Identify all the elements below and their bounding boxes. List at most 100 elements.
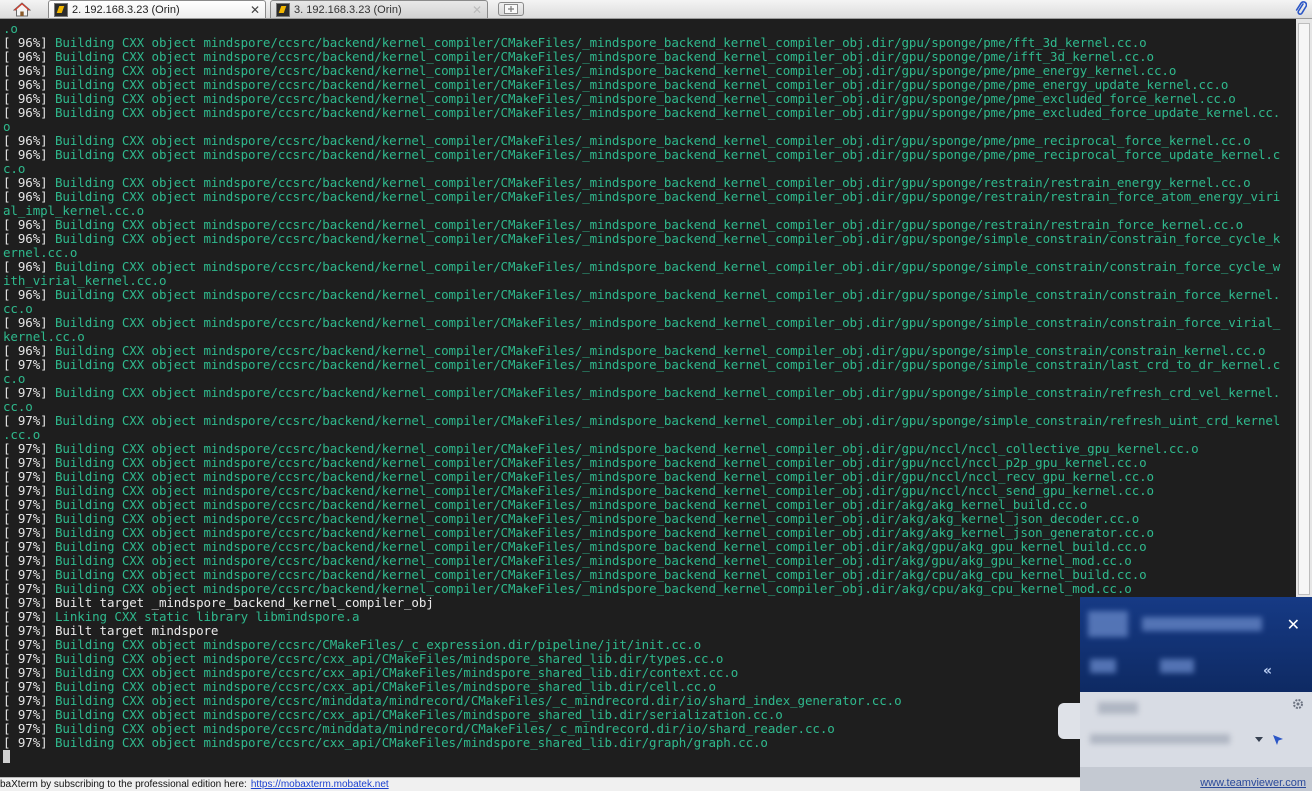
terminal-line: [ 96%] Building CXX object mindspore/ccs…	[3, 316, 1280, 330]
terminal-line: [ 97%] Building CXX object mindspore/ccs…	[3, 442, 1280, 456]
terminal-line: [ 96%] Building CXX object mindspore/ccs…	[3, 288, 1280, 302]
progress-percent: [ 96%]	[3, 259, 48, 274]
build-message: Building CXX object mindspore/ccsrc/back…	[47, 511, 1140, 526]
progress-percent: [ 97%]	[3, 497, 48, 512]
build-message: Building CXX object mindspore/ccsrc/back…	[47, 77, 1229, 92]
progress-percent: [ 97%]	[3, 693, 48, 708]
progress-percent: [ 96%]	[3, 133, 48, 148]
terminal-line: cc.o	[3, 301, 33, 316]
terminal-line: [ 97%] Building CXX object mindspore/ccs…	[3, 386, 1280, 400]
build-message: Building CXX object mindspore/ccsrc/back…	[47, 315, 1281, 330]
home-button[interactable]	[3, 0, 41, 18]
terminal-line: [ 96%] Building CXX object mindspore/ccs…	[3, 78, 1280, 92]
build-message: Building CXX object mindspore/ccsrc/back…	[47, 147, 1281, 162]
build-message: Building CXX object mindspore/ccsrc/CMak…	[47, 637, 702, 652]
ssh-terminal-icon	[276, 2, 290, 17]
attach-button[interactable]	[1292, 0, 1310, 18]
terminal-line: [ 96%] Building CXX object mindspore/ccs…	[3, 50, 1280, 64]
build-message: Building CXX object mindspore/ccsrc/cxx_…	[47, 679, 716, 694]
close-icon[interactable]: ✕	[248, 3, 262, 17]
build-message: Building CXX object mindspore/ccsrc/back…	[47, 525, 1154, 540]
close-icon[interactable]: ✕	[1287, 615, 1300, 634]
terminal-line: [ 96%] Building CXX object mindspore/ccs…	[3, 260, 1280, 274]
build-message: Building CXX object mindspore/ccsrc/back…	[47, 63, 1177, 78]
progress-percent: [ 96%]	[3, 315, 48, 330]
teamviewer-body	[1080, 692, 1312, 767]
tab-session-3[interactable]: 3. 192.168.3.23 (Orin) ✕	[270, 0, 488, 18]
progress-percent: [ 97%]	[3, 581, 48, 596]
progress-percent: [ 97%]	[3, 483, 48, 498]
build-message: Building CXX object mindspore/ccsrc/back…	[47, 189, 1281, 204]
progress-percent: [ 97%]	[3, 385, 48, 400]
terminal-line: [ 96%] Building CXX object mindspore/ccs…	[3, 64, 1280, 78]
build-message: Building CXX object mindspore/ccsrc/back…	[47, 581, 1132, 596]
tab-label: 2. 192.168.3.23 (Orin)	[72, 3, 180, 16]
blurred-content	[1088, 611, 1128, 637]
build-message: Building CXX object mindspore/ccsrc/back…	[47, 357, 1281, 372]
build-message: Building CXX object mindspore/ccsrc/mind…	[47, 721, 835, 736]
build-message: Building CXX object mindspore/ccsrc/back…	[47, 385, 1281, 400]
terminal-line: [ 96%] Building CXX object mindspore/ccs…	[3, 218, 1280, 232]
build-message: Building CXX object mindspore/ccsrc/back…	[47, 497, 1088, 512]
build-message: Building CXX object mindspore/ccsrc/cxx_…	[47, 651, 724, 666]
text-cursor	[3, 750, 10, 763]
status-link[interactable]: https://mobaxterm.mobatek.net	[251, 779, 389, 790]
blurred-content	[1160, 659, 1194, 673]
progress-percent: [ 97%]	[3, 609, 48, 624]
terminal-line: [ 96%] Building CXX object mindspore/ccs…	[3, 176, 1280, 190]
terminal-line: [ 97%] Building CXX object mindspore/ccs…	[3, 512, 1280, 526]
build-message: Building CXX object mindspore/ccsrc/back…	[47, 133, 1251, 148]
chevron-down-icon[interactable]	[1254, 736, 1264, 744]
teamviewer-header: ✕ «	[1080, 597, 1312, 692]
progress-percent: [ 97%]	[3, 441, 48, 456]
terminal-line: [ 96%] Building CXX object mindspore/ccs…	[3, 344, 1280, 358]
progress-percent: [ 96%]	[3, 63, 48, 78]
progress-percent: [ 96%]	[3, 343, 48, 358]
progress-percent: [ 96%]	[3, 49, 48, 64]
tab-bar: 2. 192.168.3.23 (Orin) ✕ 3. 192.168.3.23…	[0, 0, 1312, 19]
progress-percent: [ 97%]	[3, 595, 48, 610]
terminal-line: [ 97%] Building CXX object mindspore/ccs…	[3, 582, 1280, 596]
collapse-icon[interactable]: «	[1263, 663, 1272, 679]
progress-percent: [ 97%]	[3, 525, 48, 540]
build-message: Building CXX object mindspore/ccsrc/back…	[47, 259, 1281, 274]
terminal-line: [ 97%] Building CXX object mindspore/ccs…	[3, 484, 1280, 498]
close-icon[interactable]: ✕	[470, 3, 484, 17]
progress-percent: [ 96%]	[3, 35, 48, 50]
teamviewer-link[interactable]: www.teamviewer.com	[1200, 777, 1306, 789]
gear-icon[interactable]	[1292, 698, 1304, 710]
terminal-line: [ 97%] Building CXX object mindspore/ccs…	[3, 526, 1280, 540]
terminal-line: [ 97%] Building CXX object mindspore/ccs…	[3, 414, 1280, 428]
progress-percent: [ 96%]	[3, 77, 48, 92]
new-tab-button[interactable]	[498, 2, 524, 16]
tab-session-2[interactable]: 2. 192.168.3.23 (Orin) ✕	[48, 0, 266, 18]
progress-percent: [ 96%]	[3, 147, 48, 162]
terminal-line: c.o	[3, 161, 26, 176]
ssh-terminal-icon	[54, 2, 68, 17]
status-text: baXterm by subscribing to the profession…	[0, 779, 247, 790]
build-message: Linking CXX static library libmindspore.…	[47, 609, 360, 624]
build-message: Building CXX object mindspore/ccsrc/back…	[47, 539, 1147, 554]
blurred-content	[1098, 702, 1138, 714]
build-message: Building CXX object mindspore/ccsrc/back…	[47, 441, 1199, 456]
terminal-line: ith_virial_kernel.cc.o	[3, 273, 167, 288]
terminal-line: [ 96%] Building CXX object mindspore/ccs…	[3, 232, 1280, 246]
build-message: Building CXX object mindspore/ccsrc/back…	[47, 217, 1244, 232]
progress-percent: [ 97%]	[3, 357, 48, 372]
build-message: Building CXX object mindspore/ccsrc/back…	[47, 483, 1154, 498]
progress-percent: [ 97%]	[3, 623, 48, 638]
terminal-line: kernel.cc.o	[3, 329, 85, 344]
terminal-line: c.o	[3, 371, 26, 386]
terminal-line: [ 96%] Building CXX object mindspore/ccs…	[3, 148, 1280, 162]
terminal-line: [ 97%] Building CXX object mindspore/ccs…	[3, 554, 1280, 568]
progress-percent: [ 97%]	[3, 679, 48, 694]
build-message: Building CXX object mindspore/ccsrc/back…	[47, 567, 1147, 582]
progress-percent: [ 96%]	[3, 175, 48, 190]
terminal-line: cc.o	[3, 399, 33, 414]
progress-percent: [ 97%]	[3, 539, 48, 554]
scroll-thumb[interactable]	[1298, 23, 1310, 595]
terminal-line: [ 96%] Building CXX object mindspore/ccs…	[3, 106, 1280, 120]
build-message: Building CXX object mindspore/ccsrc/back…	[47, 175, 1251, 190]
status-bar: baXterm by subscribing to the profession…	[0, 777, 1080, 791]
build-message: Building CXX object mindspore/ccsrc/back…	[47, 91, 1236, 106]
